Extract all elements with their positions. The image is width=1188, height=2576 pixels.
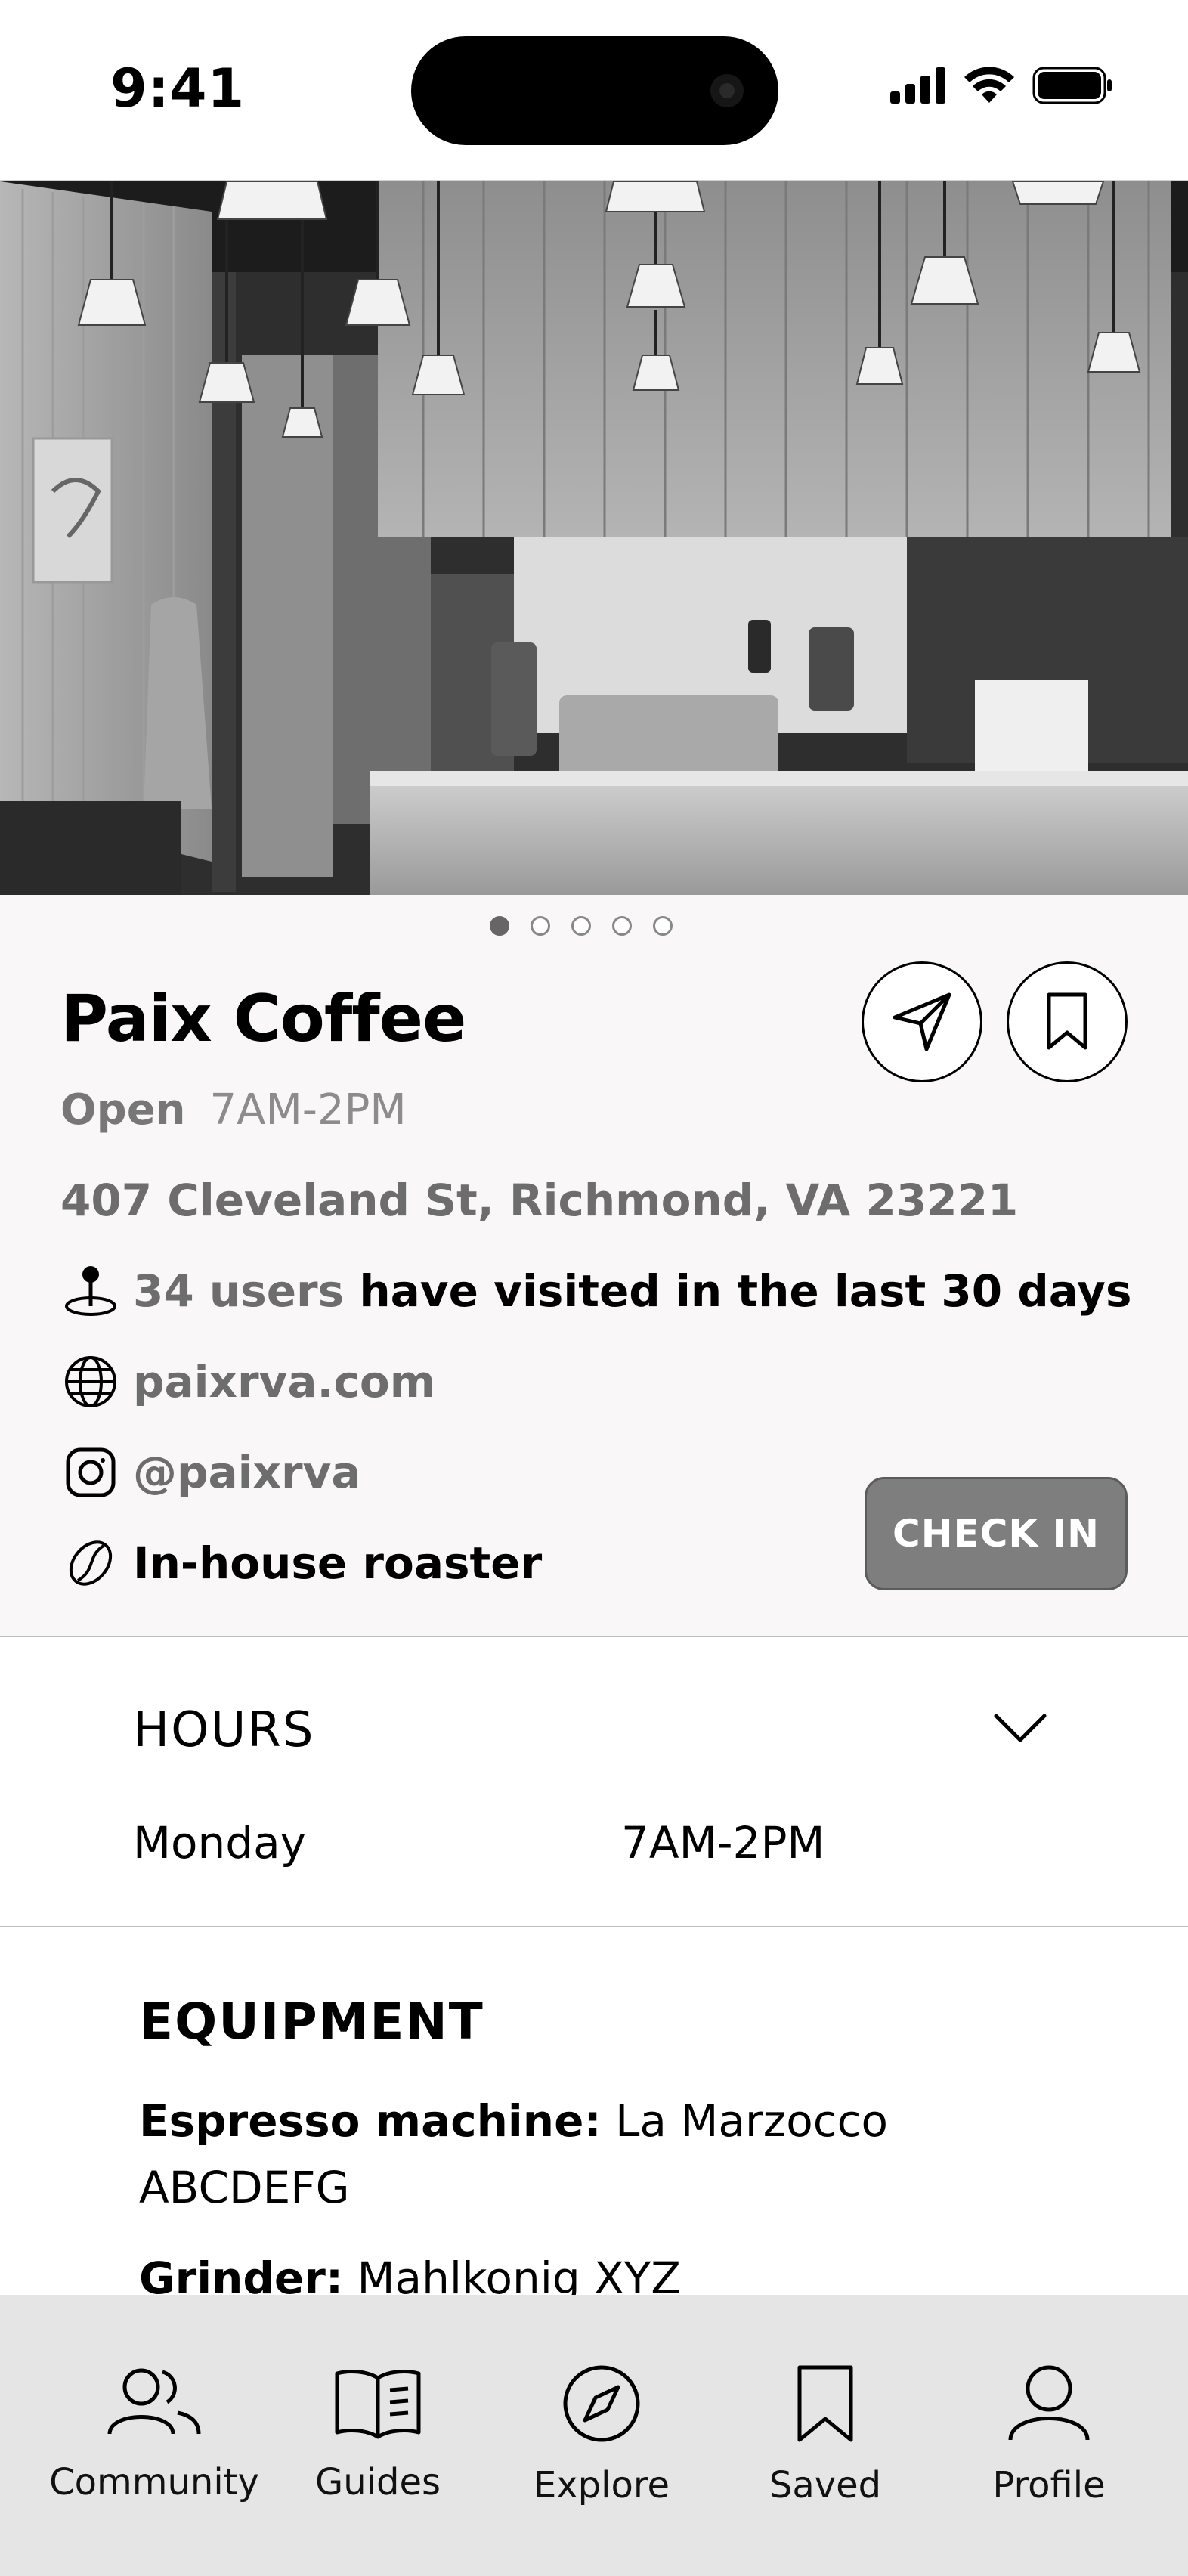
navigation-arrow-icon — [893, 992, 951, 1051]
place-title: Paix Coffee — [60, 981, 466, 1057]
person-icon — [1008, 2365, 1090, 2441]
tab-label: Explore — [533, 2464, 670, 2506]
hero-image[interactable] — [0, 181, 1188, 895]
tab-saved[interactable]: Saved — [712, 2364, 939, 2506]
hours-section-title[interactable]: HOURS — [133, 1702, 314, 1758]
camera-icon — [710, 74, 744, 107]
divider — [0, 1636, 1188, 1637]
tab-label: Guides — [315, 2461, 441, 2503]
community-icon — [107, 2368, 201, 2435]
carousel-dot[interactable] — [653, 916, 673, 936]
open-label: Open — [60, 1085, 186, 1135]
carousel-dot[interactable] — [571, 916, 591, 936]
save-place-button[interactable] — [1007, 961, 1128, 1082]
status-bar: 9:41 — [0, 0, 1188, 181]
tab-profile[interactable]: Profile — [936, 2364, 1162, 2506]
cellular-signal-icon — [890, 67, 945, 104]
hours-time: 7AM-2PM — [621, 1817, 825, 1869]
roaster-label: In-house roaster — [133, 1537, 543, 1589]
wifi-icon — [964, 67, 1014, 103]
tab-bar: Community Guides Explore Saved Profile — [0, 2295, 1188, 2576]
address[interactable]: 407 Cleveland St, Richmond, VA 23221 — [60, 1175, 1018, 1226]
tab-community[interactable]: Community — [41, 2364, 268, 2503]
instagram-row[interactable]: @paixrva — [60, 1442, 361, 1503]
cafe-interior-photo — [0, 181, 1188, 895]
directions-button[interactable] — [862, 961, 982, 1082]
status-icons — [890, 67, 1112, 104]
carousel-dot[interactable] — [612, 916, 632, 936]
book-icon — [335, 2370, 421, 2439]
coffee-bean-icon — [60, 1533, 121, 1593]
equipment-item: Espresso machine: La Marzocco ABCDEFG — [139, 2088, 1046, 2221]
divider — [0, 1926, 1188, 1927]
carousel-dot[interactable] — [531, 916, 550, 936]
visits-row: 34 users have visited in the last 30 day… — [60, 1261, 1132, 1321]
equipment-section-title: EQUIPMENT — [139, 1992, 484, 2051]
website-link[interactable]: paixrva.com — [133, 1356, 435, 1407]
dynamic-island — [411, 36, 778, 145]
place-info-panel: Paix Coffee Open 7AM-2PM 407 Cleveland St… — [0, 895, 1188, 1636]
tab-guides[interactable]: Guides — [265, 2364, 491, 2503]
equipment-label: Espresso machine: — [139, 2095, 602, 2147]
globe-icon — [60, 1351, 121, 1412]
battery-icon — [1032, 67, 1112, 104]
open-hours: 7AM-2PM — [209, 1085, 407, 1135]
map-pin-icon — [60, 1261, 121, 1321]
roaster-row: In-house roaster — [60, 1533, 542, 1593]
carousel-indicator — [490, 916, 673, 936]
chevron-down-icon[interactable] — [990, 1705, 1050, 1751]
compass-icon — [563, 2365, 640, 2442]
hours-day: Monday — [133, 1817, 306, 1869]
instagram-handle[interactable]: @paixrva — [133, 1447, 361, 1498]
visits-text: have visited in the last 30 days — [344, 1265, 1132, 1317]
tab-label: Community — [49, 2461, 259, 2503]
status-time: 9:41 — [110, 57, 246, 119]
open-status: Open 7AM-2PM — [60, 1085, 407, 1135]
website-row[interactable]: paixrva.com — [60, 1351, 435, 1412]
bookmark-icon — [1047, 992, 1087, 1050]
tab-label: Saved — [769, 2464, 882, 2506]
tab-label: Profile — [992, 2464, 1106, 2506]
tab-explore[interactable]: Explore — [488, 2364, 715, 2506]
carousel-dot[interactable] — [490, 916, 509, 936]
bookmark-icon — [797, 2365, 853, 2442]
instagram-icon — [60, 1442, 121, 1503]
check-in-button[interactable]: CHECK IN — [865, 1477, 1128, 1590]
visits-count: 34 users — [133, 1265, 345, 1317]
